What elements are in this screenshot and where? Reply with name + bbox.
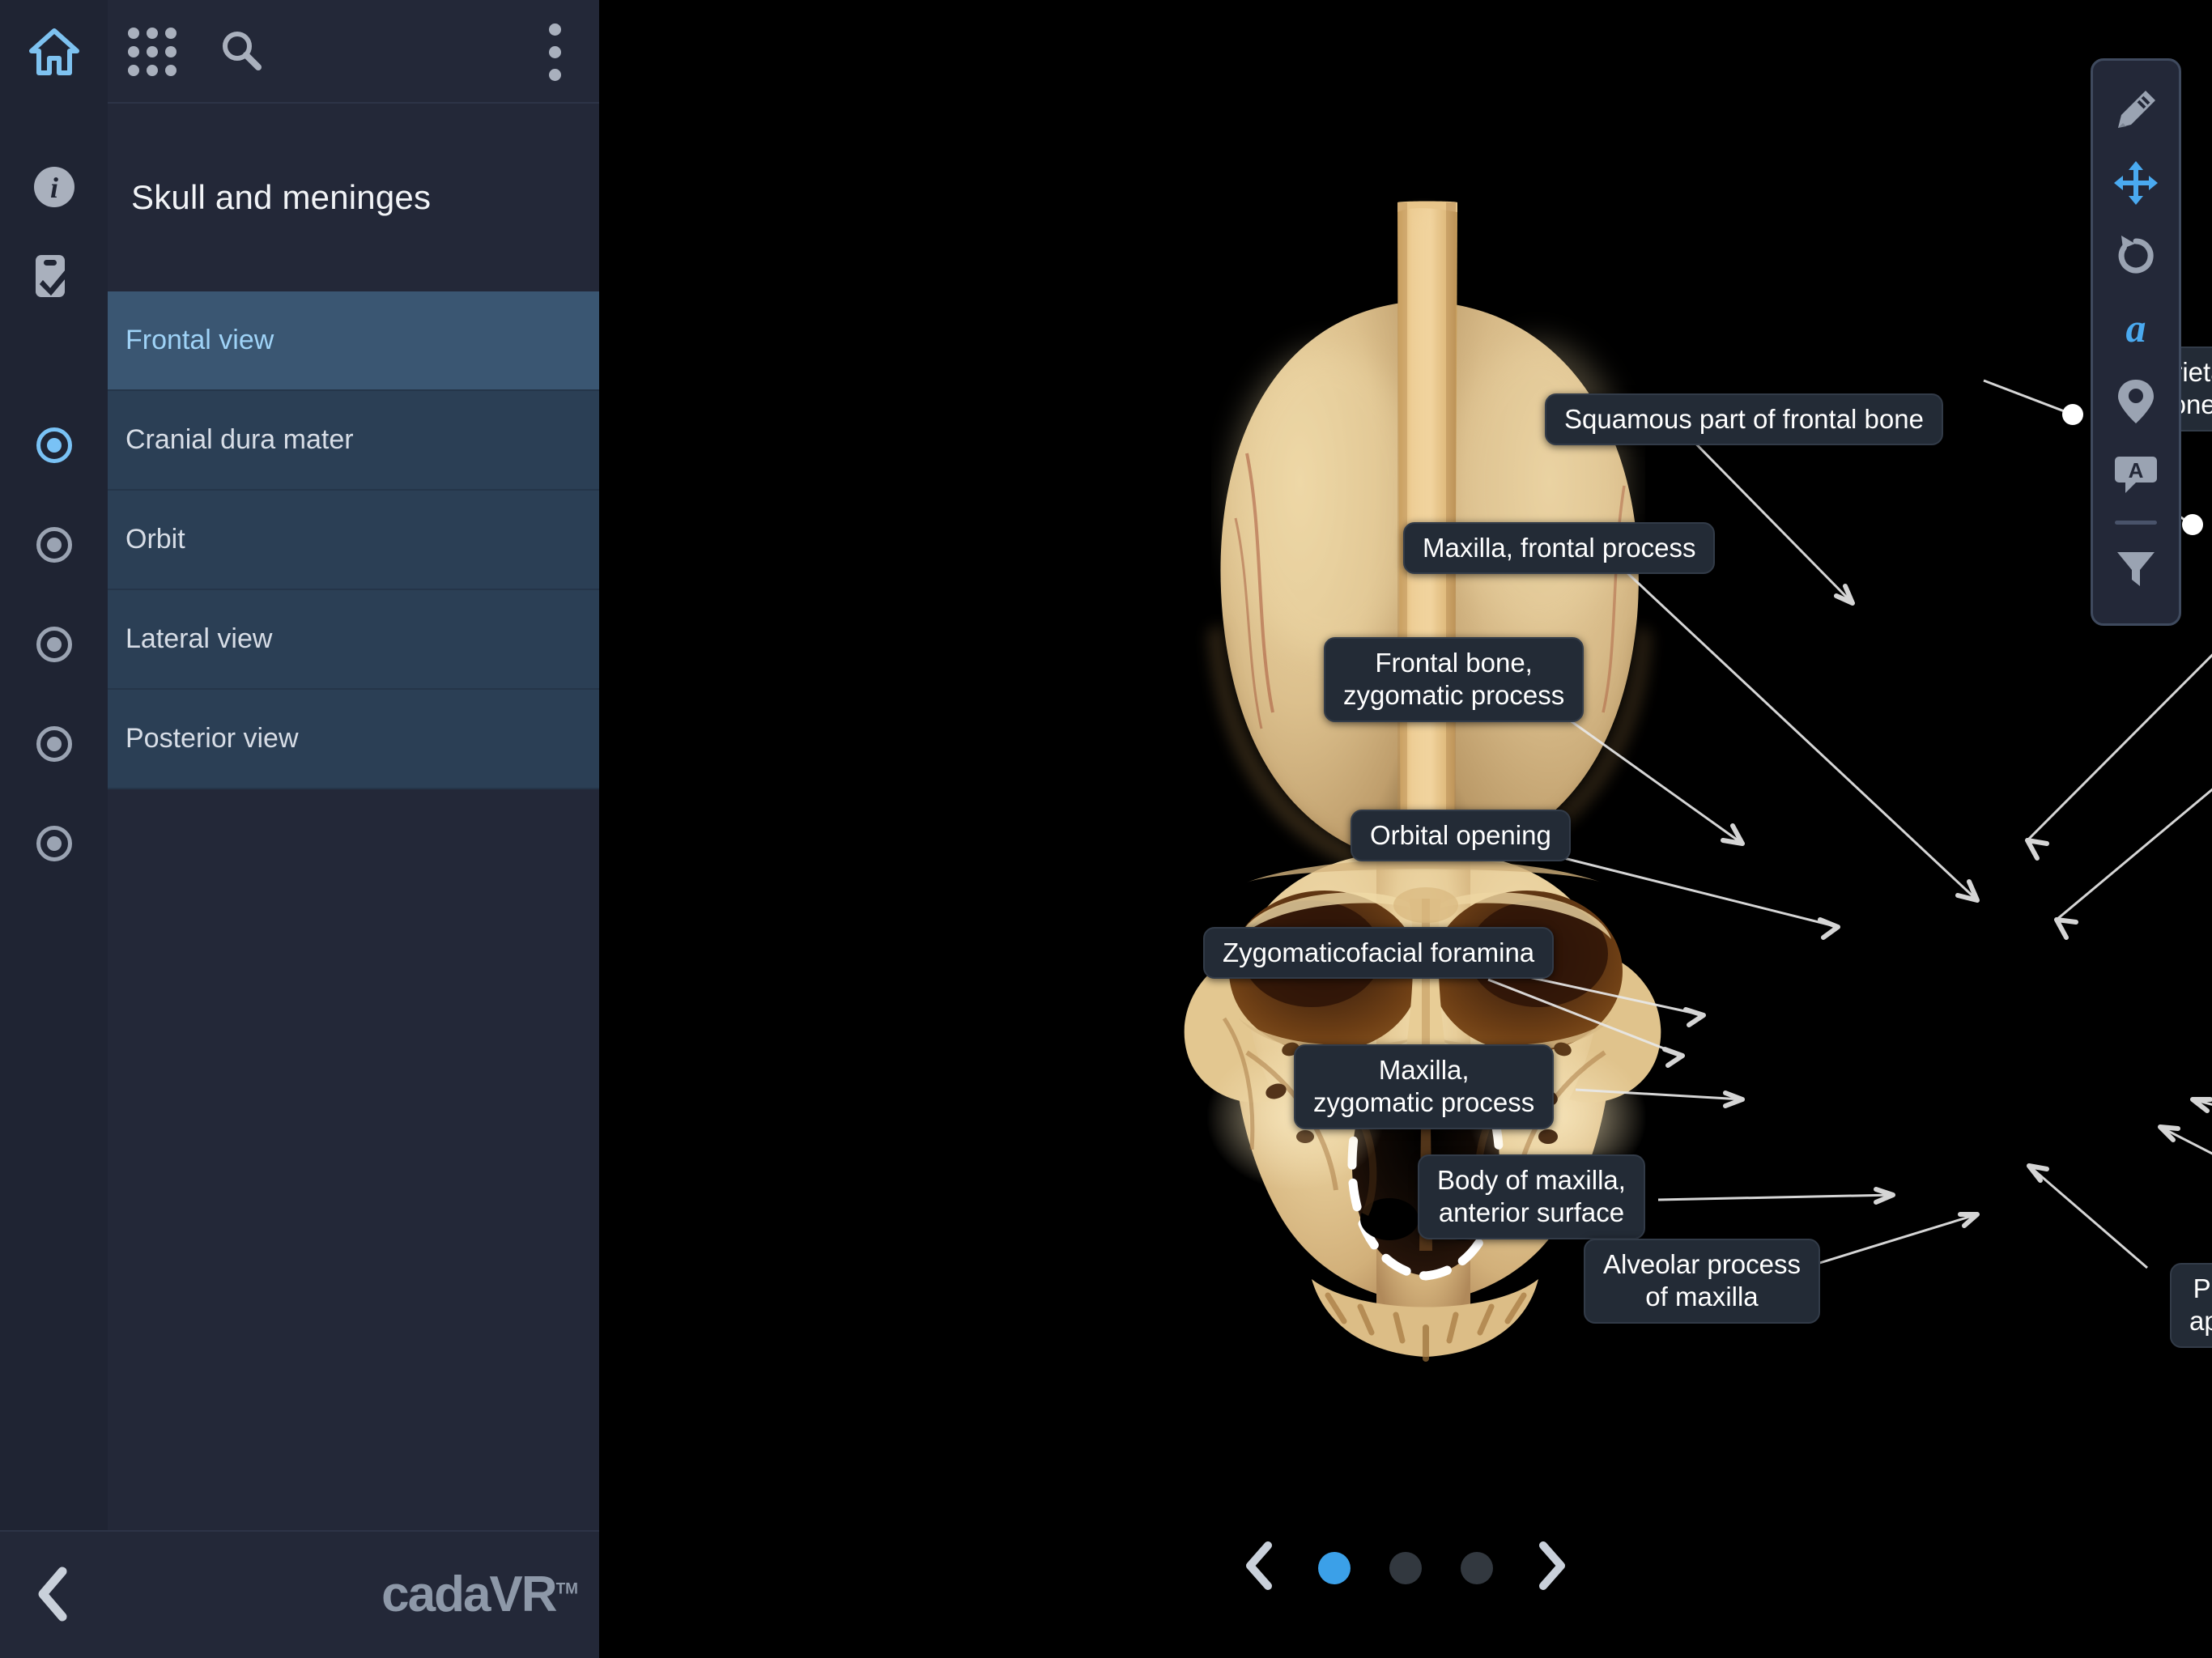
pin-icon xyxy=(2116,378,2155,429)
app-root: i Skull and meninges Frontal view Crania… xyxy=(0,0,2212,1658)
view-item-frontal-view[interactable]: Frontal view xyxy=(108,291,599,391)
top-app-bar xyxy=(0,0,599,104)
pagination-dot-3[interactable] xyxy=(1461,1551,1493,1584)
back-button[interactable] xyxy=(0,1532,108,1658)
radio-lateral-view[interactable] xyxy=(0,694,108,793)
label-text: Piriform aperture xyxy=(2189,1273,2212,1337)
label-a-icon: A xyxy=(2112,453,2159,500)
clipboard-check-icon xyxy=(32,252,77,304)
label-text: Alveolar process of maxilla xyxy=(1603,1249,1801,1312)
label-maxilla-frontal-process[interactable]: Maxilla, frontal process xyxy=(1403,522,1716,575)
radio-icon xyxy=(36,725,72,762)
label-text: Frontal bone, zygomatic process xyxy=(1343,648,1565,711)
view-item-label: Orbit xyxy=(125,524,185,555)
pencil-icon xyxy=(2113,87,2159,137)
radio-selected-icon xyxy=(36,427,72,463)
radio-frontal-view[interactable] xyxy=(0,395,108,495)
quiz-button[interactable] xyxy=(0,241,108,314)
view-item-posterior-view[interactable]: Posterior view xyxy=(108,690,599,789)
label-text: Orbital opening xyxy=(1370,820,1551,850)
view-item-lateral-view[interactable]: Lateral view xyxy=(108,590,599,690)
view-item-cranial-dura-mater[interactable]: Cranial dura mater xyxy=(108,391,599,491)
home-button[interactable] xyxy=(0,0,108,104)
view-list: Frontal view Cranial dura mater Orbit La… xyxy=(108,291,599,789)
rotate-reset-icon xyxy=(2113,233,2159,283)
label-piriform-aperture[interactable]: Piriform aperture xyxy=(2170,1263,2212,1348)
label-body-of-maxilla-anterior-surface[interactable]: Body of maxilla, anterior surface xyxy=(1418,1154,1645,1239)
pagination-prev-button[interactable] xyxy=(1242,1541,1279,1595)
rotate-reset-button[interactable] xyxy=(2091,221,2181,294)
pagination xyxy=(1242,1541,1569,1595)
annotation-text-button[interactable]: a xyxy=(2091,294,2181,367)
label-text: Zygomaticofacial foramina xyxy=(1223,937,1535,967)
label-text: Body of maxilla, anterior surface xyxy=(1437,1165,1626,1228)
pin-tool-button[interactable] xyxy=(2091,367,2181,440)
pagination-next-button[interactable] xyxy=(1532,1541,1569,1595)
label-maxilla-zygomatic-process[interactable]: Maxilla, zygomatic process xyxy=(1294,1044,1555,1129)
radio-column xyxy=(0,395,108,893)
more-options-button[interactable] xyxy=(510,0,599,104)
radio-icon xyxy=(36,626,72,662)
viewer-canvas[interactable]: Squamous part of frontal bone Parietal b… xyxy=(599,0,2212,1658)
svg-text:i: i xyxy=(49,172,57,204)
label-orbital-opening[interactable]: Orbital opening xyxy=(1351,810,1571,862)
search-button[interactable] xyxy=(197,0,286,104)
pencil-tool-button[interactable] xyxy=(2091,75,2181,148)
move-tool-button[interactable] xyxy=(2091,148,2181,221)
label-text: Maxilla, frontal process xyxy=(1423,533,1696,563)
italic-a-icon: a xyxy=(2113,305,2159,355)
info-button[interactable]: i xyxy=(0,152,108,225)
view-item-orbit[interactable]: Orbit xyxy=(108,491,599,590)
page-title: Skull and meninges xyxy=(131,178,432,216)
info-icon: i xyxy=(32,164,77,214)
svg-text:A: A xyxy=(2129,458,2144,483)
view-item-label: Lateral view xyxy=(125,623,273,655)
view-item-label: Cranial dura mater xyxy=(125,424,354,456)
search-icon xyxy=(219,28,264,77)
right-toolbar: a A xyxy=(2091,58,2181,626)
bottom-bar: cadaVRTM xyxy=(0,1530,599,1658)
label-zygomaticofacial-foramina[interactable]: Zygomaticofacial foramina xyxy=(1203,927,1555,980)
label-alveolar-process-of-maxilla[interactable]: Alveolar process of maxilla xyxy=(1584,1239,1820,1324)
pagination-dot-1[interactable] xyxy=(1318,1551,1351,1584)
brand-text: cadaVR xyxy=(381,1567,557,1622)
label-frontal-bone-zygomatic-process[interactable]: Frontal bone, zygomatic process xyxy=(1324,637,1585,722)
pagination-dot-2[interactable] xyxy=(1389,1551,1422,1584)
left-rail: i xyxy=(0,104,108,1530)
radio-posterior-view[interactable] xyxy=(0,793,108,893)
apps-grid-icon xyxy=(128,28,177,76)
label-visibility-button[interactable]: A xyxy=(2091,440,2181,512)
label-text: Squamous part of frontal bone xyxy=(1564,404,1924,434)
left-panel: i Skull and meninges Frontal view Crania… xyxy=(0,0,599,1658)
chevron-left-icon xyxy=(35,1565,74,1627)
more-vertical-icon xyxy=(548,23,561,81)
apps-grid-button[interactable] xyxy=(108,0,197,104)
title-block: Skull and meninges xyxy=(108,104,599,291)
move-icon xyxy=(2112,159,2159,210)
label-squamous-part-frontal-bone[interactable]: Squamous part of frontal bone xyxy=(1545,393,1943,446)
filter-icon xyxy=(2114,546,2158,593)
brand-logo: cadaVRTM xyxy=(381,1570,578,1620)
toolbar-divider xyxy=(2115,521,2157,525)
svg-text:a: a xyxy=(2126,306,2146,351)
label-text: Maxilla, zygomatic process xyxy=(1313,1055,1535,1118)
view-item-label: Posterior view xyxy=(125,723,299,755)
view-item-label: Frontal view xyxy=(125,325,274,356)
radio-cranial-dura-mater[interactable] xyxy=(0,495,108,594)
home-icon xyxy=(28,28,79,75)
filter-button[interactable] xyxy=(2091,533,2181,606)
radio-icon xyxy=(36,526,72,563)
radio-orbit[interactable] xyxy=(0,594,108,694)
radio-icon xyxy=(36,825,72,861)
brand-trademark: TM xyxy=(555,1580,578,1598)
